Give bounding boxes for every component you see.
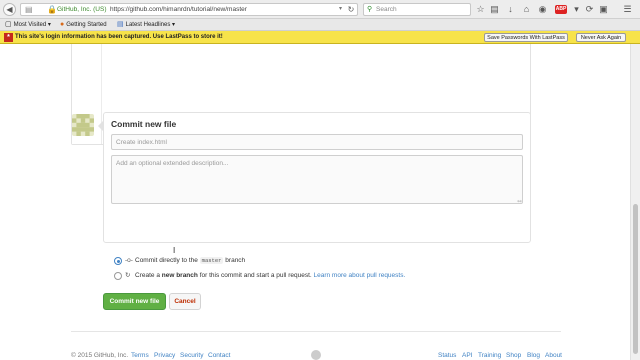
url-bar[interactable]: ▤ 🔒 GitHub, Inc. (US) https://github.com… [20, 3, 358, 16]
footer-link-shop[interactable]: Shop [506, 352, 521, 359]
option-bold: new branch [161, 272, 198, 279]
option-prefix: Create a [135, 272, 160, 279]
branch-name: master [199, 257, 224, 264]
bookmark-latest-headlines[interactable]: ▤ Latest Headlines ▾ [117, 19, 175, 31]
lastpass-message: This site's login information has been c… [15, 34, 223, 40]
search-input[interactable] [376, 5, 466, 14]
never-ask-button[interactable]: Never Ask Again [576, 33, 626, 42]
sync-icon[interactable]: ⟳ [584, 3, 595, 16]
lock-icon: 🔒 [47, 5, 57, 14]
footer-link-api[interactable]: API [462, 352, 472, 359]
bookmark-label: Latest Headlines [125, 22, 171, 28]
reading-list-icon[interactable]: ▤ [489, 3, 500, 16]
bookmark-label: Most Visited [13, 22, 47, 28]
save-passwords-button[interactable]: Save Passwords With LastPass [484, 33, 568, 42]
download-icon[interactable]: ↓ [505, 3, 516, 16]
commit-summary-input[interactable] [111, 134, 523, 150]
footer-link-security[interactable]: Security [180, 352, 203, 359]
bookmark-star-icon[interactable]: ☆ [475, 3, 486, 16]
github-logo-icon[interactable] [311, 350, 321, 360]
footer-link-training[interactable]: Training [478, 352, 501, 359]
back-button[interactable]: ◀ [3, 3, 16, 16]
commit-icon: -o- [125, 257, 133, 264]
commit-direct-label: Commit directly to the master branch [135, 256, 245, 266]
commit-description-input[interactable] [111, 155, 523, 204]
footer-link-status[interactable]: Status [438, 352, 456, 359]
chevron-down-icon[interactable]: ▾ [339, 4, 342, 15]
bookmark-folder-icon: ▢ [5, 21, 12, 28]
site-identity: GitHub, Inc. (US) [57, 6, 107, 13]
home-icon[interactable]: ⌂ [521, 3, 532, 16]
bookmark-getting-started[interactable]: ● Getting Started [60, 19, 107, 31]
footer-link-blog[interactable]: Blog [527, 352, 540, 359]
pull-request-icon: ↻ [125, 272, 131, 279]
footer-link-privacy[interactable]: Privacy [154, 352, 175, 359]
rss-feed-icon: ▤ [117, 21, 124, 28]
reload-icon[interactable]: ↻ [346, 3, 356, 16]
footer-link-terms[interactable]: Terms [131, 352, 149, 359]
footer-link-contact[interactable]: Contact [208, 352, 230, 359]
new-branch-label: Create a new branch for this commit and … [135, 271, 405, 281]
adblock-icon[interactable]: ABP [555, 5, 567, 14]
commit-new-file-button[interactable]: Commit new file [103, 293, 166, 310]
commit-title: Commit new file [111, 119, 177, 129]
site-menu-icon[interactable]: ▤ [25, 4, 33, 15]
learn-more-link[interactable]: Learn more about pull requests. [314, 272, 406, 279]
search-bar[interactable]: ⚲ [363, 3, 471, 16]
url-text[interactable]: https://github.com/himanrdn/tutorial/new… [110, 4, 247, 15]
footer-link-about[interactable]: About [545, 352, 562, 359]
cancel-button[interactable]: Cancel [169, 293, 201, 310]
text-cursor-icon: I [173, 246, 176, 255]
lastpass-icon: * [4, 33, 13, 42]
option-suffix: branch [225, 257, 246, 264]
option-prefix: Commit directly to the [135, 257, 198, 264]
bookmarks-bar: ▢ Most Visited ▾ ● Getting Started ▤ Latest… [0, 19, 640, 31]
commit-direct-option[interactable]: -o- Commit directly to the master branch [114, 256, 314, 266]
menu-icon[interactable]: ☰ [622, 3, 633, 16]
bookmark-most-visited[interactable]: ▢ Most Visited ▾ [5, 19, 51, 31]
avatar[interactable] [72, 114, 94, 136]
screen-icon[interactable]: ▣ [598, 3, 609, 16]
extension-dropdown-icon[interactable]: ▾ [571, 3, 582, 16]
firefox-icon: ● [60, 21, 65, 28]
search-icon: ⚲ [367, 6, 373, 13]
resize-handle-icon[interactable]: ⇿ [517, 198, 522, 205]
radio-new-branch[interactable] [114, 272, 122, 280]
browser-toolbar: ◀ ▤ 🔒 GitHub, Inc. (US) https://github.c… [0, 0, 640, 19]
bookmark-label: Getting Started [66, 22, 107, 28]
footer-copyright: © 2015 GitHub, Inc. [71, 352, 129, 359]
page-scrollbar[interactable] [630, 44, 640, 360]
scrollbar-thumb[interactable] [633, 204, 638, 354]
option-suffix: for this commit and start a pull request… [199, 272, 312, 279]
identicon-icon [72, 114, 94, 136]
footer-divider [71, 331, 561, 332]
pocket-icon[interactable]: ◉ [537, 3, 548, 16]
commit-new-branch-option[interactable]: ↻ Create a new branch for this commit an… [114, 271, 514, 281]
lastpass-notification-bar: * This site's login information has been… [0, 31, 640, 44]
radio-commit-direct[interactable] [114, 257, 122, 265]
